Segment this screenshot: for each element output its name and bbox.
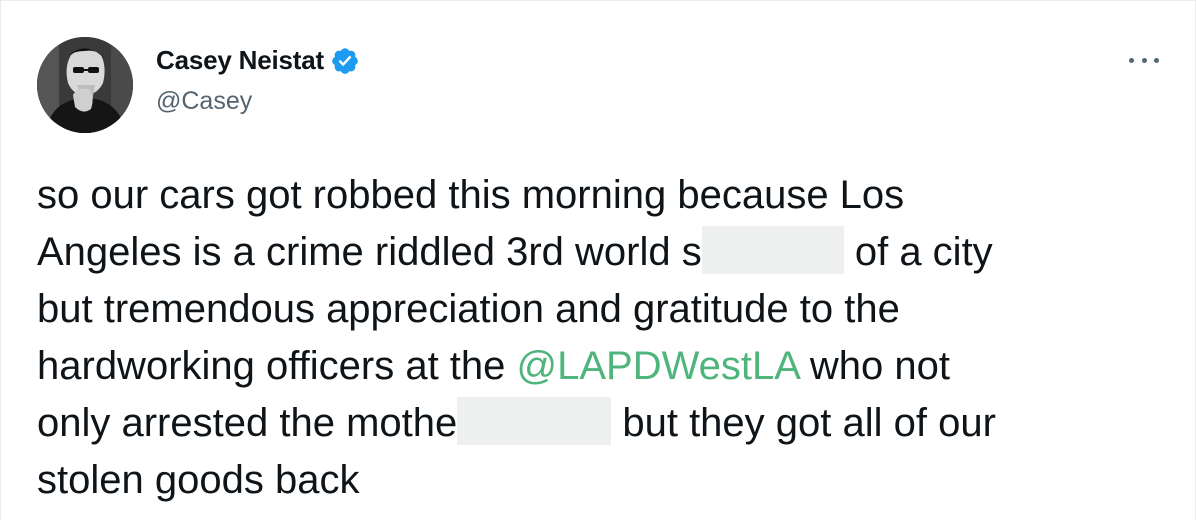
tweet-text-segment: who not [798,344,950,388]
tweet-text-segment: but tremendous appreciation and gratitud… [37,287,900,331]
author-name-row: Casey Neistat [156,45,360,76]
tweet-text-segment: only arrested the mothe [37,401,458,445]
dot [1141,57,1147,63]
avatar[interactable] [37,37,133,133]
tweet-text-segment: Angeles is a crime riddled 3rd world s [37,230,702,274]
tweet-card: Casey Neistat @Casey so our cars got rob… [0,0,1196,520]
tweet-text: so our cars got robbed this morning beca… [37,167,1157,509]
tweet-text-segment: stolen goods back [37,458,360,502]
dot [1154,57,1159,63]
tweet-line: stolen goods back [37,452,1157,509]
tweet-line: so our cars got robbed this morning beca… [37,167,1157,224]
mention-link[interactable]: @LAPDWestLA [517,344,799,388]
author-handle[interactable]: @Casey [156,87,252,116]
profile-photo-avatar [37,37,133,133]
redaction-block [701,226,844,274]
verified-badge-icon [332,47,358,74]
tweet-line: hardworking officers at the @LAPDWestLA … [37,338,1157,395]
tweet-text-segment: hardworking officers at the [37,344,517,388]
redaction-block [457,397,612,445]
tweet-text-segment: so our cars got robbed this morning beca… [37,173,905,217]
tweet-line: Angeles is a crime riddled 3rd world s o… [37,224,1157,281]
dot [1129,57,1134,63]
tweet-text-segment: of a city [843,230,993,274]
more-options-icon[interactable] [1129,45,1159,75]
tweet-line: but tremendous appreciation and gratitud… [37,281,1157,338]
author-display-name[interactable]: Casey Neistat [156,45,324,76]
tweet-text-segment: but they got all of our [611,401,996,445]
tweet-line: only arrested the mothe but they got all… [37,395,1157,452]
